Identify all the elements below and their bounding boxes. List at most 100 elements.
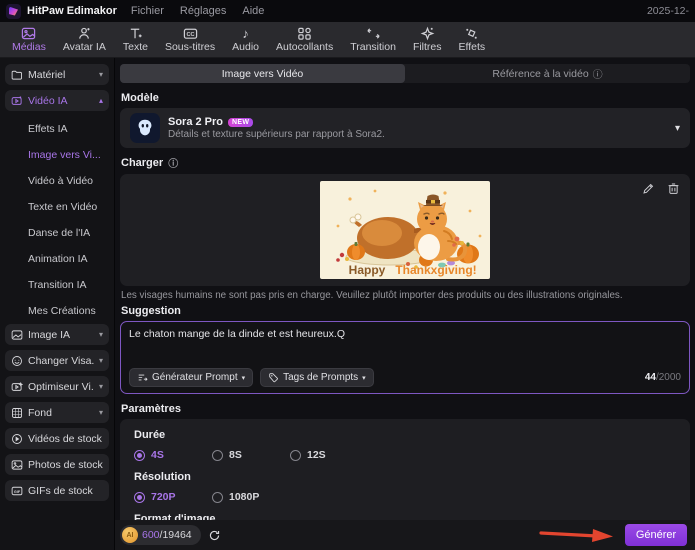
sidebar-item-changer-visage[interactable]: Changer Visa... ▾ [5,350,109,371]
menu-reglages[interactable]: Réglages [180,5,226,17]
tool-sous-titres[interactable]: CC Sous-titres [165,26,215,53]
app-title: HitPaw Edimakor [27,5,117,17]
model-description: Détails et texture supérieurs par rappor… [168,129,385,140]
radio-icon [290,449,301,461]
chevron-down-icon[interactable]: ▾ [675,123,680,134]
menu-aide[interactable]: Aide [242,5,264,17]
upload-note: Les visages humains ne sont pas pris en … [121,290,623,301]
resolution-label: Résolution [134,471,191,483]
video-ai-icon [11,96,22,105]
credits-total: /19464 [159,529,192,541]
resolution-1080p-radio[interactable]: 1080P [212,491,290,503]
chevron-down-icon: ▾ [362,374,366,382]
sidebar-item-image-ia[interactable]: Image IA ▾ [5,324,109,345]
date-label: 2025-12- [646,5,689,17]
tool-autocollants[interactable]: Autocollants [276,26,333,53]
duration-8s-radio[interactable]: 8S [212,449,290,461]
gif-icon: GIF [11,486,23,495]
coin-icon: AI [122,527,138,543]
duration-4s-radio[interactable]: 4S [134,449,212,461]
duration-options: 4S 8S 12S [134,449,676,461]
sidebar-sub-animation-ia[interactable]: Animation IA [5,246,109,272]
tool-avatar-ia[interactable]: Avatar IA [63,26,106,53]
upload-area[interactable]: Happy Thankxgiving! [120,174,690,286]
stock-photo-icon [11,459,23,470]
video-enhancer-icon [11,381,23,391]
mode-tabs: Image vers Vidéo Référence à la vidéo ⓘ [120,64,690,83]
info-icon: ⓘ [168,159,179,170]
sidebar-sub-effets-ia[interactable]: Effets IA [5,116,109,142]
tab-image-vers-video[interactable]: Image vers Vidéo [120,64,405,83]
parameters-panel: Durée 4S 8S 12S Résolution 720P 1080P Fo… [120,419,690,520]
radio-icon [212,491,223,503]
tool-audio[interactable]: ♪ Audio [232,26,259,53]
aspect-ratio-label: Format d'image [134,513,216,520]
svg-text:GIF: GIF [14,490,21,494]
footer-bar: AI 600/19464 Générer [115,520,695,550]
parameters-section-label: Paramètres [121,403,181,415]
sidebar-sub-image-vers-video[interactable]: Image vers Vi... [5,142,109,168]
resolution-options: 720P 1080P [134,491,676,503]
prompt-tags-button[interactable]: Tags de Prompts ▾ [260,368,374,387]
chevron-down-icon: ▾ [98,330,103,339]
tab-reference-video[interactable]: Référence à la vidéo ⓘ [405,64,690,83]
app-logo-icon [6,3,21,19]
duration-12s-radio[interactable]: 12S [290,449,368,461]
sidebar-sub-danse-ia[interactable]: Danse de l'IA [5,220,109,246]
sidebar-sub-texte-en-video[interactable]: Texte en Vidéo [5,194,109,220]
delete-icon[interactable] [667,182,680,195]
generate-button[interactable]: Générer [625,524,687,546]
info-icon: ⓘ [592,70,603,81]
radio-icon [134,449,145,461]
prompt-generator-button[interactable]: Générateur Prompt ▾ [129,368,254,387]
credits-used: 600 [142,529,160,541]
menu-fichier[interactable]: Fichier [131,5,164,17]
sidebar-item-optimiseur-video[interactable]: Optimiseur Vi... ▾ [5,376,109,397]
annotation-arrow [539,529,613,542]
prompt-input[interactable]: Le chaton mange de la dinde et est heure… [129,328,681,368]
sidebar-item-materiel[interactable]: Matériel ▾ [5,64,109,85]
sidebar-item-video-ia[interactable]: Vidéo IA ▴ [5,90,109,111]
refresh-icon [209,530,219,540]
tool-medias[interactable]: Médias [12,26,46,53]
svg-text:Happy: Happy [349,263,386,277]
effects-icon [466,28,478,39]
chevron-down-icon: ▾ [241,374,246,382]
model-selector[interactable]: Sora 2 Pro NEW Détails et texture supéri… [120,108,690,148]
transition-icon [367,28,380,39]
tool-texte[interactable]: Texte [123,26,148,53]
char-counter: 44/2000 [644,372,681,383]
main-panel: Image vers Vidéo Référence à la vidéo ⓘ … [115,58,695,550]
refresh-credits-button[interactable] [208,529,221,542]
sidebar-item-gifs-stock[interactable]: GIF GIFs de stock [5,480,109,501]
credits-counter: AI 600/19464 [120,525,201,545]
chevron-down-icon: ▾ [98,70,103,79]
text-icon [130,28,142,39]
tool-filtres[interactable]: Filtres [413,26,442,53]
sidebar-item-photos-stock[interactable]: Photos de stock [5,454,109,475]
suggestion-section-label: Suggestion [121,305,181,317]
upload-section-label: Charger ⓘ [121,156,179,171]
tag-icon [269,373,279,383]
tool-transition[interactable]: Transition [350,26,396,53]
radio-icon [212,449,223,461]
sidebar-sub-mes-creations[interactable]: Mes Créations [5,298,109,324]
sidebar-sub-transition-ia[interactable]: Transition IA [5,272,109,298]
menubar: HitPaw Edimakor Fichier Réglages Aide 20… [0,0,695,22]
sidebar-item-fond[interactable]: Fond ▾ [5,402,109,423]
subtitles-icon: CC [183,28,197,39]
new-badge: NEW [228,117,254,127]
resolution-720p-radio[interactable]: 720P [134,491,212,503]
prompt-box: Le chaton mange de la dinde et est heure… [120,321,690,394]
face-swap-icon [12,355,22,366]
image-ai-icon [11,329,23,340]
model-name: Sora 2 Pro [168,116,224,128]
background-icon [12,407,22,418]
tool-effets[interactable]: Effets [459,26,485,53]
svg-text:Thankxgiving!: Thankxgiving! [395,263,476,277]
chevron-down-icon: ▾ [98,382,103,391]
stickers-icon [298,27,311,40]
sidebar-item-videos-stock[interactable]: Vidéos de stock [5,428,109,449]
sidebar-sub-video-a-video[interactable]: Vidéo à Vidéo [5,168,109,194]
edit-icon[interactable] [642,182,655,195]
